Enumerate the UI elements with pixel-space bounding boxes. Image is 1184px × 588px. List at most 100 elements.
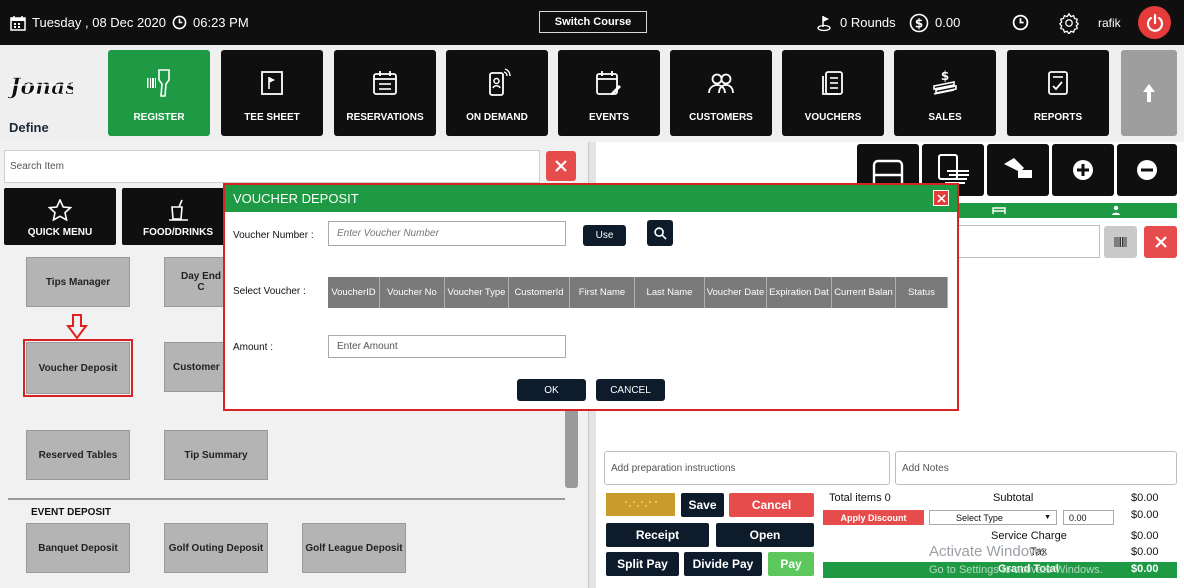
- clear-search-button[interactable]: [546, 151, 576, 181]
- discount-input[interactable]: 0.00: [1063, 510, 1114, 525]
- nav-reservations[interactable]: RESERVATIONS: [334, 50, 436, 136]
- tile-tip-summary[interactable]: Tip Summary: [164, 430, 268, 480]
- add-item-button[interactable]: [1052, 144, 1114, 196]
- col-first-name[interactable]: First Name: [570, 277, 635, 308]
- nav-sales-label: SALES: [928, 112, 962, 123]
- tile-voucher-deposit[interactable]: Voucher Deposit: [23, 339, 133, 397]
- col-customer-id[interactable]: CustomerId: [509, 277, 570, 308]
- voucher-table-header: VoucherID Voucher No Voucher Type Custom…: [328, 277, 948, 308]
- dollar-icon: $: [909, 13, 929, 32]
- close-icon: [555, 160, 567, 172]
- send-button[interactable]: [606, 493, 675, 516]
- col-voucher-type[interactable]: Voucher Type: [445, 277, 509, 308]
- nav-tee-sheet[interactable]: TEE SHEET: [221, 50, 323, 136]
- user-name[interactable]: rafik: [1098, 0, 1121, 45]
- power-button[interactable]: [1138, 6, 1171, 39]
- tile-tips-manager[interactable]: Tips Manager: [26, 257, 130, 307]
- voucher-number-input[interactable]: Enter Voucher Number: [328, 221, 566, 246]
- clock-icon: [1012, 14, 1029, 31]
- tile-customer[interactable]: Customer: [164, 342, 224, 392]
- history-button[interactable]: [1012, 0, 1029, 45]
- clear-customer-button[interactable]: [1144, 226, 1177, 258]
- nav-events[interactable]: EVENTS: [558, 50, 660, 136]
- rounds-display[interactable]: 0 Rounds: [816, 0, 896, 45]
- nav-reports[interactable]: REPORTS: [1007, 50, 1109, 136]
- col-current-balance[interactable]: Current Balan: [832, 277, 896, 308]
- nav-vouchers[interactable]: VOUCHERS: [782, 50, 884, 136]
- amount-input[interactable]: Enter Amount: [328, 335, 566, 358]
- customer-search-input[interactable]: [956, 225, 1100, 258]
- nav-on-demand[interactable]: ON DEMAND: [446, 50, 548, 136]
- svg-text:$: $: [915, 16, 923, 30]
- voucher-icon: [822, 71, 843, 95]
- nav-register-label: REGISTER: [133, 112, 185, 123]
- clock-icon: [172, 15, 187, 30]
- tile-golf-league-deposit[interactable]: Golf League Deposit: [302, 523, 406, 573]
- barcode-button[interactable]: [1104, 226, 1137, 258]
- svg-text:Jonas: Jonas: [8, 74, 73, 100]
- category-food-drinks[interactable]: FOOD/DRINKS: [122, 188, 234, 245]
- calendar-edit-icon: [596, 71, 621, 95]
- nav-sales[interactable]: $ SALES: [894, 50, 996, 136]
- col-last-name[interactable]: Last Name: [635, 277, 705, 308]
- nav-tee-sheet-label: TEE SHEET: [244, 112, 300, 123]
- tile-golf-outing-deposit[interactable]: Golf Outing Deposit: [164, 523, 268, 573]
- dialog-close-button[interactable]: [933, 190, 949, 206]
- dialog-cancel-button[interactable]: CANCEL: [596, 379, 665, 401]
- discount-type-select[interactable]: Select Type ▼: [929, 510, 1057, 525]
- nav-customers[interactable]: CUSTOMERS: [670, 50, 772, 136]
- nav-events-label: EVENTS: [588, 112, 629, 123]
- close-icon: [1154, 236, 1167, 248]
- save-button[interactable]: Save: [681, 493, 724, 517]
- divide-pay-button[interactable]: Divide Pay: [684, 552, 762, 576]
- switch-course-button[interactable]: Switch Course: [539, 11, 647, 33]
- discount-amount: $0.00: [1131, 509, 1159, 521]
- cancel-order-button[interactable]: Cancel: [729, 493, 814, 517]
- payment-hand-button[interactable]: [987, 144, 1049, 196]
- subtotal-value: $0.00: [1131, 492, 1159, 504]
- top-bar: Tuesday , 08 Dec 2020 06:23 PM Switch Co…: [0, 0, 1184, 45]
- total-items-text: Total items: [829, 492, 882, 504]
- tile-day-end[interactable]: Day End C: [164, 257, 224, 307]
- users-icon: [708, 73, 734, 94]
- event-deposit-heading: EVENT DEPOSIT: [31, 507, 112, 518]
- preparation-instructions-input[interactable]: Add preparation instructions: [604, 451, 890, 485]
- apply-discount-button[interactable]: Apply Discount: [823, 510, 924, 525]
- col-voucher-no[interactable]: Voucher No: [380, 277, 445, 308]
- col-status[interactable]: Status: [896, 277, 948, 308]
- total-items-value: 0: [884, 492, 891, 504]
- remove-item-button[interactable]: [1117, 144, 1177, 196]
- svg-text:$: $: [941, 69, 949, 83]
- scroll-up-button[interactable]: [1121, 50, 1177, 136]
- col-expiration-date[interactable]: Expiration Dat: [767, 277, 832, 308]
- amount-label: Amount :: [233, 342, 274, 353]
- power-icon: [1146, 13, 1163, 32]
- use-button[interactable]: Use: [583, 225, 626, 246]
- arrow-up-icon: [1143, 84, 1155, 102]
- money-stack-icon: $: [933, 69, 957, 95]
- voucher-search-button[interactable]: [647, 220, 673, 246]
- nav-register[interactable]: REGISTER: [108, 50, 210, 136]
- split-pay-button[interactable]: Split Pay: [606, 552, 679, 576]
- col-voucher-id[interactable]: VoucherID: [328, 277, 380, 308]
- settings-button[interactable]: [1058, 0, 1080, 45]
- search-item-input[interactable]: Search Item: [4, 150, 540, 183]
- col-voucher-date[interactable]: Voucher Date: [705, 277, 767, 308]
- open-button[interactable]: Open: [716, 523, 814, 547]
- select-voucher-label: Select Voucher :: [233, 286, 306, 297]
- ok-button[interactable]: OK: [517, 379, 586, 401]
- search-icon: [653, 226, 667, 240]
- receipt-button[interactable]: Receipt: [606, 523, 709, 547]
- tile-reserved-tables[interactable]: Reserved Tables: [26, 430, 130, 480]
- date-display: Tuesday , 08 Dec 2020: [10, 0, 166, 45]
- pay-button[interactable]: Pay: [768, 552, 814, 576]
- dialog-title: VOUCHER DEPOSIT: [225, 185, 957, 212]
- define-label[interactable]: Define: [9, 120, 49, 135]
- tile-banquet-deposit[interactable]: Banquet Deposit: [26, 523, 130, 573]
- category-quick-menu[interactable]: QUICK MENU: [4, 188, 116, 245]
- barcode-scanner-icon: [147, 69, 170, 97]
- voucher-deposit-dialog: VOUCHER DEPOSIT Voucher Number : Enter V…: [223, 183, 959, 411]
- date-text: Tuesday , 08 Dec 2020: [32, 15, 166, 30]
- food-drink-icon: [169, 199, 188, 221]
- add-notes-input[interactable]: Add Notes: [895, 451, 1177, 485]
